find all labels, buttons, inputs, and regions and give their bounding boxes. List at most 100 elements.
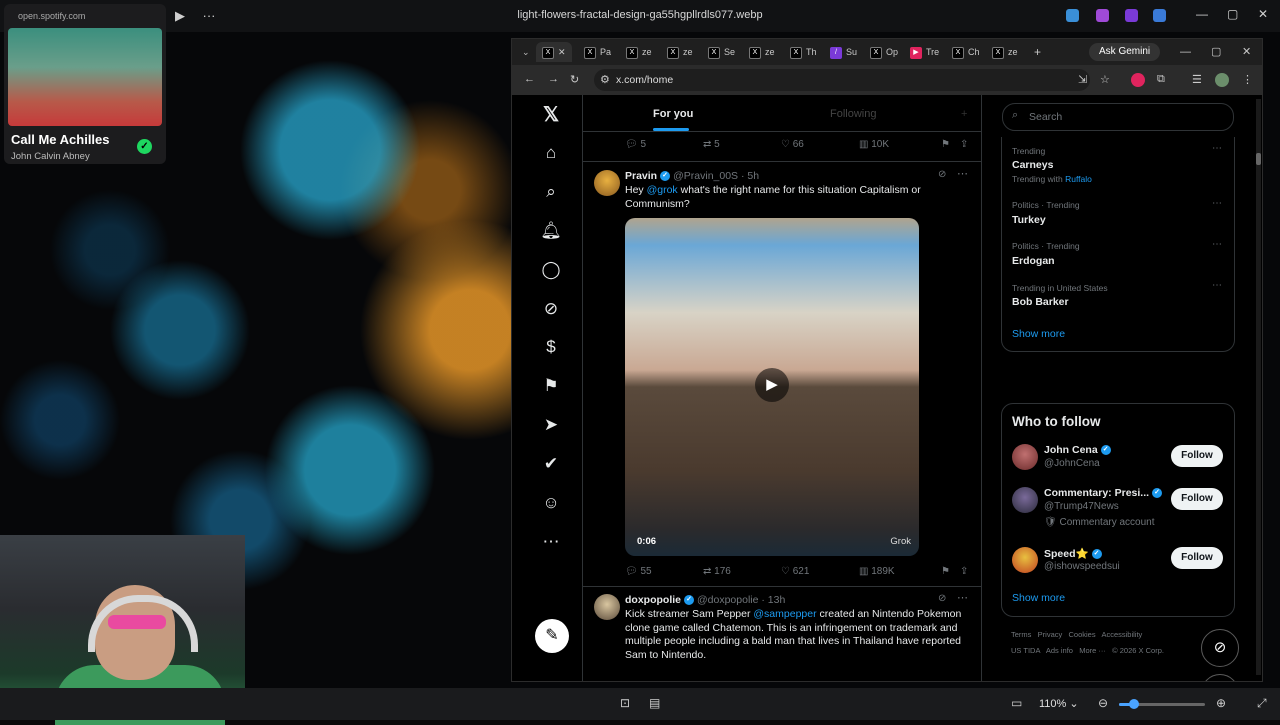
follow-button[interactable]: Follow — [1171, 488, 1223, 510]
zoom-out-icon[interactable]: ⊖ — [1098, 696, 1108, 710]
post-avatar[interactable] — [594, 170, 620, 196]
post-handle[interactable]: @Pravin_00S · 5h — [673, 170, 759, 182]
forward-icon[interactable]: → — [548, 73, 559, 85]
minimize-icon[interactable]: — — [1180, 42, 1191, 62]
mention-link[interactable]: @sampepper — [753, 608, 816, 620]
post[interactable]: doxpopolie ✓ @doxpopolie · 13h ⊘ ⋯ Kick st… — [583, 587, 981, 681]
extensions-puzzle-icon[interactable]: ⧉ — [1157, 73, 1165, 86]
extension-icon[interactable] — [1131, 73, 1145, 87]
post-handle[interactable]: @doxpopolie · 13h — [697, 594, 785, 606]
reading-list-icon[interactable]: ☰ — [1192, 73, 1202, 86]
maximize-icon[interactable]: ▢ — [1227, 7, 1238, 21]
slideshow-icon[interactable]: ▶ — [172, 8, 188, 24]
reload-icon[interactable]: ↻ — [570, 73, 579, 86]
app-tray-icon[interactable] — [1096, 9, 1109, 22]
who-to-follow-show-more[interactable]: Show more — [1012, 592, 1065, 604]
post[interactable]: Pravin ✓ @Pravin_00S · 5h ⊘ ⋯ Hey @grok wh… — [583, 162, 981, 587]
trend-sub-link[interactable]: Ruffalo — [1065, 174, 1092, 184]
more-icon[interactable]: ⋯ — [539, 530, 563, 554]
bookmarks-icon[interactable]: ⚑ — [539, 374, 563, 398]
bookmark-icon[interactable]: ⚑ — [941, 566, 950, 577]
zoom-in-icon[interactable]: ⊕ — [1216, 696, 1226, 710]
post-more-icon[interactable]: ⋯ — [957, 167, 968, 180]
browser-tab[interactable]: Xze — [749, 42, 775, 62]
trend-name[interactable]: Turkey — [1012, 214, 1046, 226]
trend-more-icon[interactable]: ⋯ — [1212, 143, 1222, 154]
share-icon[interactable]: ⇪ — [960, 566, 968, 577]
bookmark-icon[interactable]: ⚑ — [941, 139, 950, 150]
notifications-bell-icon[interactable]: 🔔︎ — [539, 219, 563, 243]
browser-tab[interactable]: / Su — [830, 42, 857, 62]
trend-more-icon[interactable]: ⋯ — [1212, 280, 1222, 291]
post-author-name[interactable]: doxpopolie — [625, 594, 681, 606]
trend-more-icon[interactable]: ⋯ — [1212, 198, 1222, 209]
home-icon[interactable]: ⌂ — [539, 141, 563, 165]
x-logo-icon[interactable]: 𝕏 — [539, 103, 563, 127]
footer-links[interactable]: US TIDA Ads info More ··· © 2026 X Corp. — [1011, 646, 1164, 655]
site-info-icon[interactable]: ⚙ — [600, 73, 610, 86]
install-icon[interactable]: ⇲ — [1078, 73, 1087, 86]
tab-search-icon[interactable]: ⌄ — [522, 42, 530, 62]
repost-button[interactable]: ⇄ 5 — [703, 139, 720, 150]
add-feed-icon[interactable]: + — [961, 108, 967, 120]
new-tab-icon[interactable]: + — [1034, 42, 1041, 62]
profile-icon[interactable]: ☺ — [539, 491, 563, 515]
tab-for-you[interactable]: For you — [653, 108, 693, 120]
app-tray-icon[interactable] — [1125, 9, 1138, 22]
close-icon[interactable]: ✕ — [1242, 42, 1251, 62]
share-icon[interactable]: ⇪ — [960, 139, 968, 150]
post-more-icon[interactable]: ⋯ — [957, 591, 968, 604]
minimize-icon[interactable]: — — [1196, 7, 1208, 21]
like-button[interactable]: ♡ 621 — [781, 566, 809, 577]
more-options-icon[interactable]: ··· — [201, 8, 217, 24]
suggestion-avatar[interactable] — [1012, 547, 1038, 573]
suggestion-name[interactable]: John Cena — [1044, 444, 1098, 456]
info-panel-icon[interactable]: ▤ — [649, 696, 660, 710]
suggestion-avatar[interactable] — [1012, 487, 1038, 513]
spotify-mini-player[interactable]: open.spotify.com Call Me Achilles John C… — [4, 4, 166, 164]
browser-menu-icon[interactable]: ⋮ — [1242, 73, 1253, 86]
search-icon[interactable]: ⌕ — [539, 180, 563, 204]
browser-tab[interactable]: ▶ Tre — [910, 42, 939, 62]
close-icon[interactable]: ✕ — [1258, 7, 1268, 21]
browser-tab[interactable]: X Op — [870, 42, 898, 62]
messages-fab-icon[interactable]: 💬︎ — [1201, 674, 1239, 681]
jobs-rocket-icon[interactable]: ➤ — [539, 413, 563, 437]
compose-post-button[interactable]: ✎ — [535, 619, 569, 653]
trend-name[interactable]: Erdogan — [1012, 255, 1055, 267]
zoom-slider[interactable] — [1119, 699, 1205, 709]
url-field[interactable]: ⚙ x.com/home — [594, 69, 1090, 91]
zoom-slider-knob[interactable] — [1129, 699, 1140, 709]
back-icon[interactable]: ← — [524, 73, 535, 85]
fullscreen-icon[interactable]: ⤢ — [1257, 696, 1267, 711]
grok-icon[interactable]: ⊘ — [539, 297, 563, 321]
saved-check-icon[interactable]: ✓ — [137, 139, 152, 154]
views-button[interactable]: ▥ 189K — [859, 566, 895, 577]
fit-screen-icon[interactable]: ⊡ — [620, 696, 630, 710]
mention-link[interactable]: @grok — [647, 184, 678, 196]
views-button[interactable]: ▥ 10K — [859, 139, 889, 150]
zoom-level[interactable]: 110% ⌄ — [1039, 697, 1079, 710]
grok-action-icon[interactable]: ⊘ — [938, 593, 946, 604]
profile-avatar-icon[interactable] — [1215, 73, 1229, 87]
app-tray-icon[interactable] — [1066, 9, 1079, 22]
tab-following[interactable]: Following — [830, 108, 876, 120]
aspect-icon[interactable]: ▭ — [1011, 696, 1022, 710]
footer-links[interactable]: Terms Privacy Cookies Accessibility — [1011, 630, 1142, 639]
reply-button[interactable]: 💬︎ 5 — [625, 139, 646, 150]
repost-button[interactable]: ⇄ 176 — [703, 566, 731, 577]
tab-x-active[interactable]: X ✕ — [536, 42, 572, 62]
browser-tab[interactable]: Xze — [667, 42, 693, 62]
post-avatar[interactable] — [594, 594, 620, 620]
page-scrollbar[interactable] — [1256, 99, 1261, 675]
browser-tab[interactable]: X Th — [790, 42, 817, 62]
grok-fab-icon[interactable]: ⊘ — [1201, 629, 1239, 667]
browser-tab[interactable]: X Ch — [952, 42, 980, 62]
bookmark-star-icon[interactable]: ☆ — [1100, 73, 1110, 86]
suggestion-avatar[interactable] — [1012, 444, 1038, 470]
browser-tab[interactable]: X Pa — [584, 42, 611, 62]
money-icon[interactable]: $ — [539, 335, 563, 359]
post-video[interactable]: ▶ 0:06 Grok — [625, 218, 919, 556]
like-button[interactable]: ♡ 66 — [781, 139, 804, 150]
browser-tab[interactable]: Xze — [992, 42, 1018, 62]
